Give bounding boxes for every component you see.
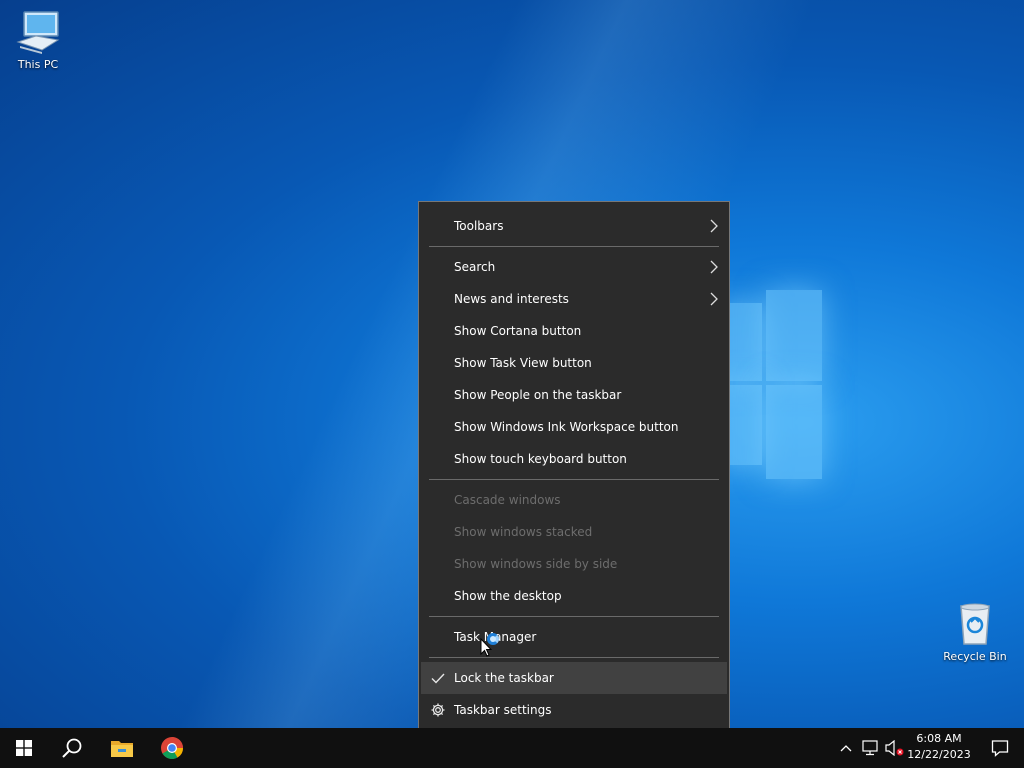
notification-icon	[991, 740, 1009, 757]
menu-item-task-manager[interactable]: Task Manager	[421, 621, 727, 653]
desktop-icon-label: Recycle Bin	[943, 650, 1007, 663]
menu-item-show-task-view-button[interactable]: Show Task View button	[421, 347, 727, 379]
menu-item-label: Search	[454, 260, 496, 274]
busy-spinner-icon	[487, 633, 499, 645]
desktop-icon-this-pc[interactable]: This PC	[0, 8, 76, 71]
chevron-right-icon	[710, 219, 718, 233]
desktop-icon-recycle-bin[interactable]: Recycle Bin	[937, 600, 1013, 663]
menu-item-label: Show Cortana button	[454, 324, 582, 338]
menu-item-toolbars[interactable]: Toolbars	[421, 210, 727, 242]
chevron-up-icon	[840, 745, 852, 752]
start-button[interactable]	[0, 728, 48, 768]
clock-date: 12/22/2023	[907, 748, 971, 761]
chevron-right-icon	[710, 260, 718, 274]
clock-time: 6:08 AM	[916, 732, 962, 745]
menu-separator	[429, 479, 719, 480]
action-center-button[interactable]	[976, 728, 1024, 768]
menu-item-taskbar-settings[interactable]: Taskbar settings	[421, 694, 727, 726]
menu-item-show-ink-workspace[interactable]: Show Windows Ink Workspace button	[421, 411, 727, 443]
gear-icon	[431, 703, 445, 717]
menu-item-label: News and interests	[454, 292, 569, 306]
menu-item-search[interactable]: Search	[421, 251, 727, 283]
menu-separator	[429, 246, 719, 247]
menu-item-cascade-windows: Cascade windows	[421, 484, 727, 516]
volume-muted-icon	[885, 740, 904, 756]
network-button[interactable]	[858, 728, 882, 768]
search-button[interactable]	[48, 728, 96, 768]
file-explorer-button[interactable]	[98, 728, 146, 768]
checkmark-icon	[431, 673, 445, 684]
menu-item-show-cortana-button[interactable]: Show Cortana button	[421, 315, 727, 347]
menu-item-show-people[interactable]: Show People on the taskbar	[421, 379, 727, 411]
menu-item-show-windows-stacked: Show windows stacked	[421, 516, 727, 548]
desktop-icon-label: This PC	[17, 58, 59, 71]
menu-item-show-the-desktop[interactable]: Show the desktop	[421, 580, 727, 612]
chrome-icon	[161, 737, 183, 759]
wallpaper-windows-logo	[720, 285, 830, 485]
chrome-button[interactable]	[148, 728, 196, 768]
volume-button[interactable]	[882, 728, 906, 768]
menu-item-label: Show Windows Ink Workspace button	[454, 420, 679, 434]
show-hidden-icons-button[interactable]	[834, 728, 858, 768]
menu-item-label: Show touch keyboard button	[454, 452, 627, 466]
computer-icon	[16, 11, 60, 54]
taskbar-context-menu: Toolbars Search News and interests Show …	[418, 201, 730, 733]
menu-item-label: Show the desktop	[454, 589, 562, 603]
taskbar-clock[interactable]: 6:08 AM 12/22/2023	[905, 731, 973, 763]
menu-item-label: Show Task View button	[454, 356, 592, 370]
menu-item-show-touch-keyboard[interactable]: Show touch keyboard button	[421, 443, 727, 475]
file-explorer-icon	[111, 741, 133, 757]
chevron-right-icon	[710, 292, 718, 306]
menu-separator	[429, 657, 719, 658]
menu-item-show-windows-side-by-side: Show windows side by side	[421, 548, 727, 580]
menu-item-label: Show windows side by side	[454, 557, 618, 571]
menu-separator	[429, 616, 719, 617]
menu-item-news-and-interests[interactable]: News and interests	[421, 283, 727, 315]
menu-item-label: Cascade windows	[454, 493, 561, 507]
taskbar: 6:08 AM 12/22/2023	[0, 728, 1024, 768]
recycle-bin-icon	[960, 603, 990, 645]
menu-item-label: Toolbars	[454, 219, 504, 233]
menu-item-label: Show windows stacked	[454, 525, 593, 539]
search-icon	[62, 738, 82, 758]
network-icon	[862, 740, 878, 756]
menu-item-lock-the-taskbar[interactable]: Lock the taskbar	[421, 662, 727, 694]
menu-item-label: Show People on the taskbar	[454, 388, 622, 402]
menu-item-label: Taskbar settings	[454, 703, 552, 717]
windows-start-icon	[16, 740, 32, 756]
menu-item-label: Lock the taskbar	[454, 671, 554, 685]
